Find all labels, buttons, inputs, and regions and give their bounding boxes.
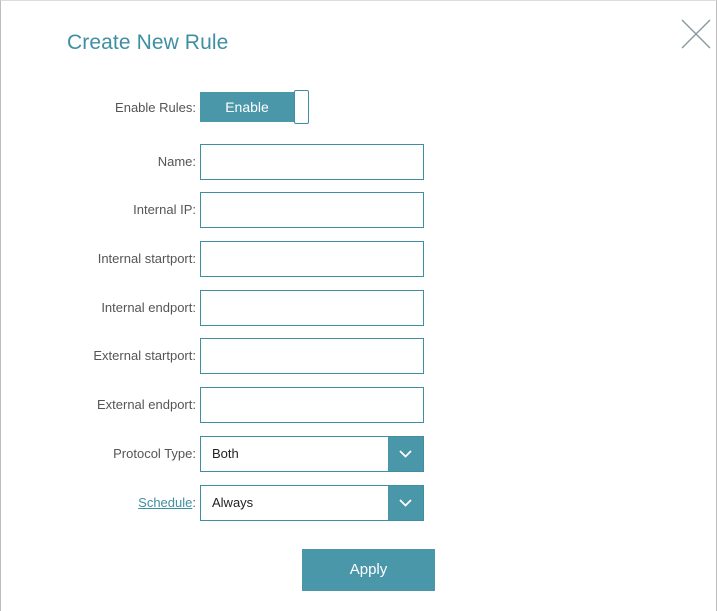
external-startport-field[interactable] — [200, 338, 424, 374]
chevron-down-icon — [399, 499, 412, 507]
protocol-type-value: Both — [212, 446, 239, 461]
internal-ip-row: Internal IP: — [1, 192, 717, 228]
schedule-value: Always — [212, 495, 254, 510]
protocol-type-row: Protocol Type: Both — [1, 436, 717, 472]
protocol-dropdown-button[interactable] — [388, 437, 423, 471]
schedule-colon: : — [192, 495, 196, 510]
schedule-link[interactable]: Schedule — [138, 495, 192, 510]
apply-button[interactable]: Apply — [302, 549, 435, 591]
enable-rules-row: Enable Rules: Enable — [1, 90, 717, 126]
name-field[interactable] — [200, 144, 424, 180]
internal-ip-label: Internal IP: — [133, 202, 196, 217]
name-label: Name: — [157, 154, 196, 169]
toggle-state-label: Enable — [200, 92, 294, 122]
internal-startport-label: Internal startport: — [97, 251, 196, 266]
internal-startport-field[interactable] — [200, 241, 424, 277]
protocol-type-label: Protocol Type: — [113, 446, 196, 461]
external-endport-label: External endport: — [96, 397, 196, 412]
name-row: Name: — [1, 144, 717, 180]
dialog-title: Create New Rule — [67, 31, 229, 54]
internal-ip-field[interactable] — [200, 192, 424, 228]
create-rule-dialog: Create New Rule Enable Rules: Enable Nam… — [0, 0, 717, 611]
close-button[interactable] — [681, 19, 711, 49]
internal-endport-field[interactable] — [200, 290, 424, 326]
external-startport-row: External startport: — [1, 338, 717, 374]
internal-endport-label: Internal endport: — [101, 300, 196, 315]
enable-rules-toggle[interactable]: Enable — [200, 90, 312, 126]
enable-rules-label: Enable Rules: — [115, 100, 196, 115]
schedule-row: Schedule: Always — [1, 485, 717, 521]
protocol-type-select[interactable]: Both — [200, 436, 424, 472]
toggle-knob[interactable] — [294, 90, 309, 124]
close-icon — [681, 19, 711, 49]
external-startport-label: External startport: — [93, 348, 196, 363]
schedule-select[interactable]: Always — [200, 485, 424, 521]
external-endport-field[interactable] — [200, 387, 424, 423]
internal-endport-row: Internal endport: — [1, 290, 717, 326]
schedule-dropdown-button[interactable] — [388, 486, 423, 520]
chevron-down-icon — [399, 450, 412, 458]
internal-startport-row: Internal startport: — [1, 241, 717, 277]
schedule-label: Schedule: — [138, 485, 196, 521]
external-endport-row: External endport: — [1, 387, 717, 423]
